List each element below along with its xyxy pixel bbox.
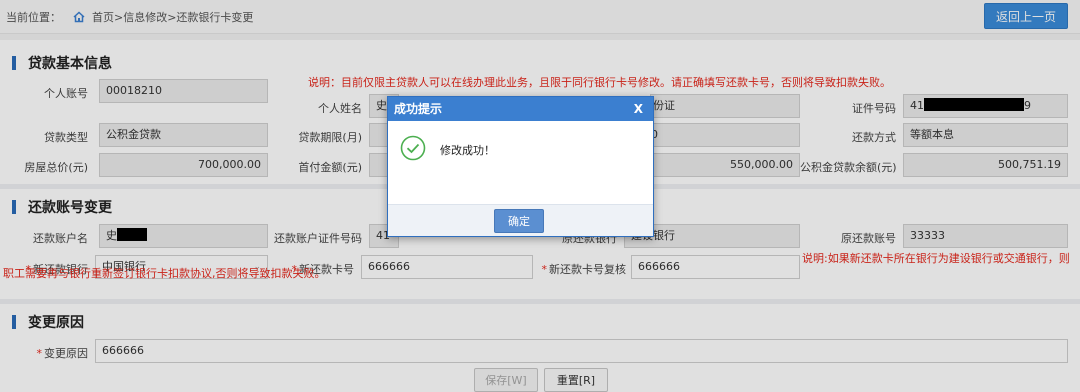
success-dialog: 成功提示 X 修改成功！ 确定 (387, 96, 654, 237)
check-circle-icon (400, 135, 426, 161)
dialog-message: 修改成功！ (440, 144, 495, 157)
dialog-footer: 确定 (388, 204, 653, 236)
close-icon[interactable]: X (634, 97, 643, 121)
dialog-body: 修改成功！ (388, 121, 653, 205)
confirm-button[interactable]: 确定 (494, 209, 544, 233)
dialog-header: 成功提示 X (388, 97, 653, 121)
dialog-title: 成功提示 (394, 102, 443, 116)
